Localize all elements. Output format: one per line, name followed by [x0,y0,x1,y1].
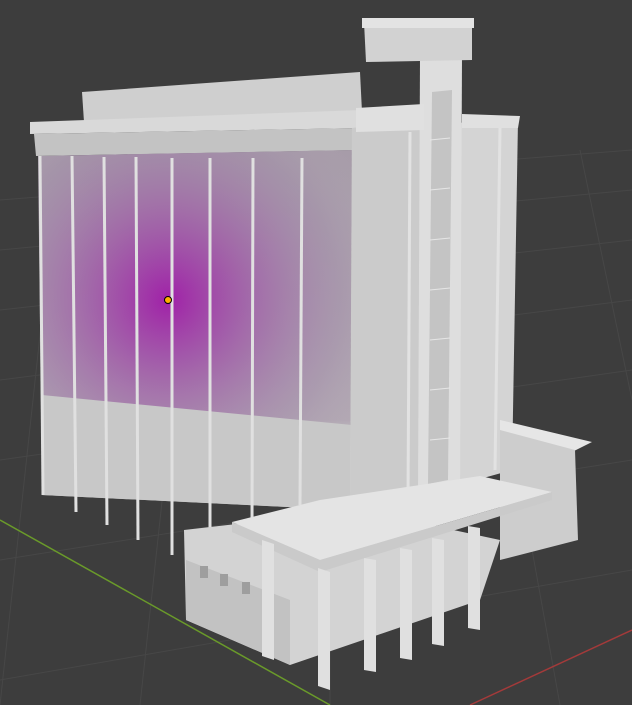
pier-line-1 [406,131,412,501]
x-axis-line [469,629,632,705]
building-model[interactable] [30,18,592,690]
side-pier-left [356,104,424,132]
side-pier-right [462,114,520,128]
3d-viewport[interactable] [0,0,632,705]
light-object-marker[interactable] [164,296,172,304]
viewport-canvas[interactable] [0,0,632,705]
tower-crown-cap [362,18,474,28]
stair-window [428,90,452,484]
